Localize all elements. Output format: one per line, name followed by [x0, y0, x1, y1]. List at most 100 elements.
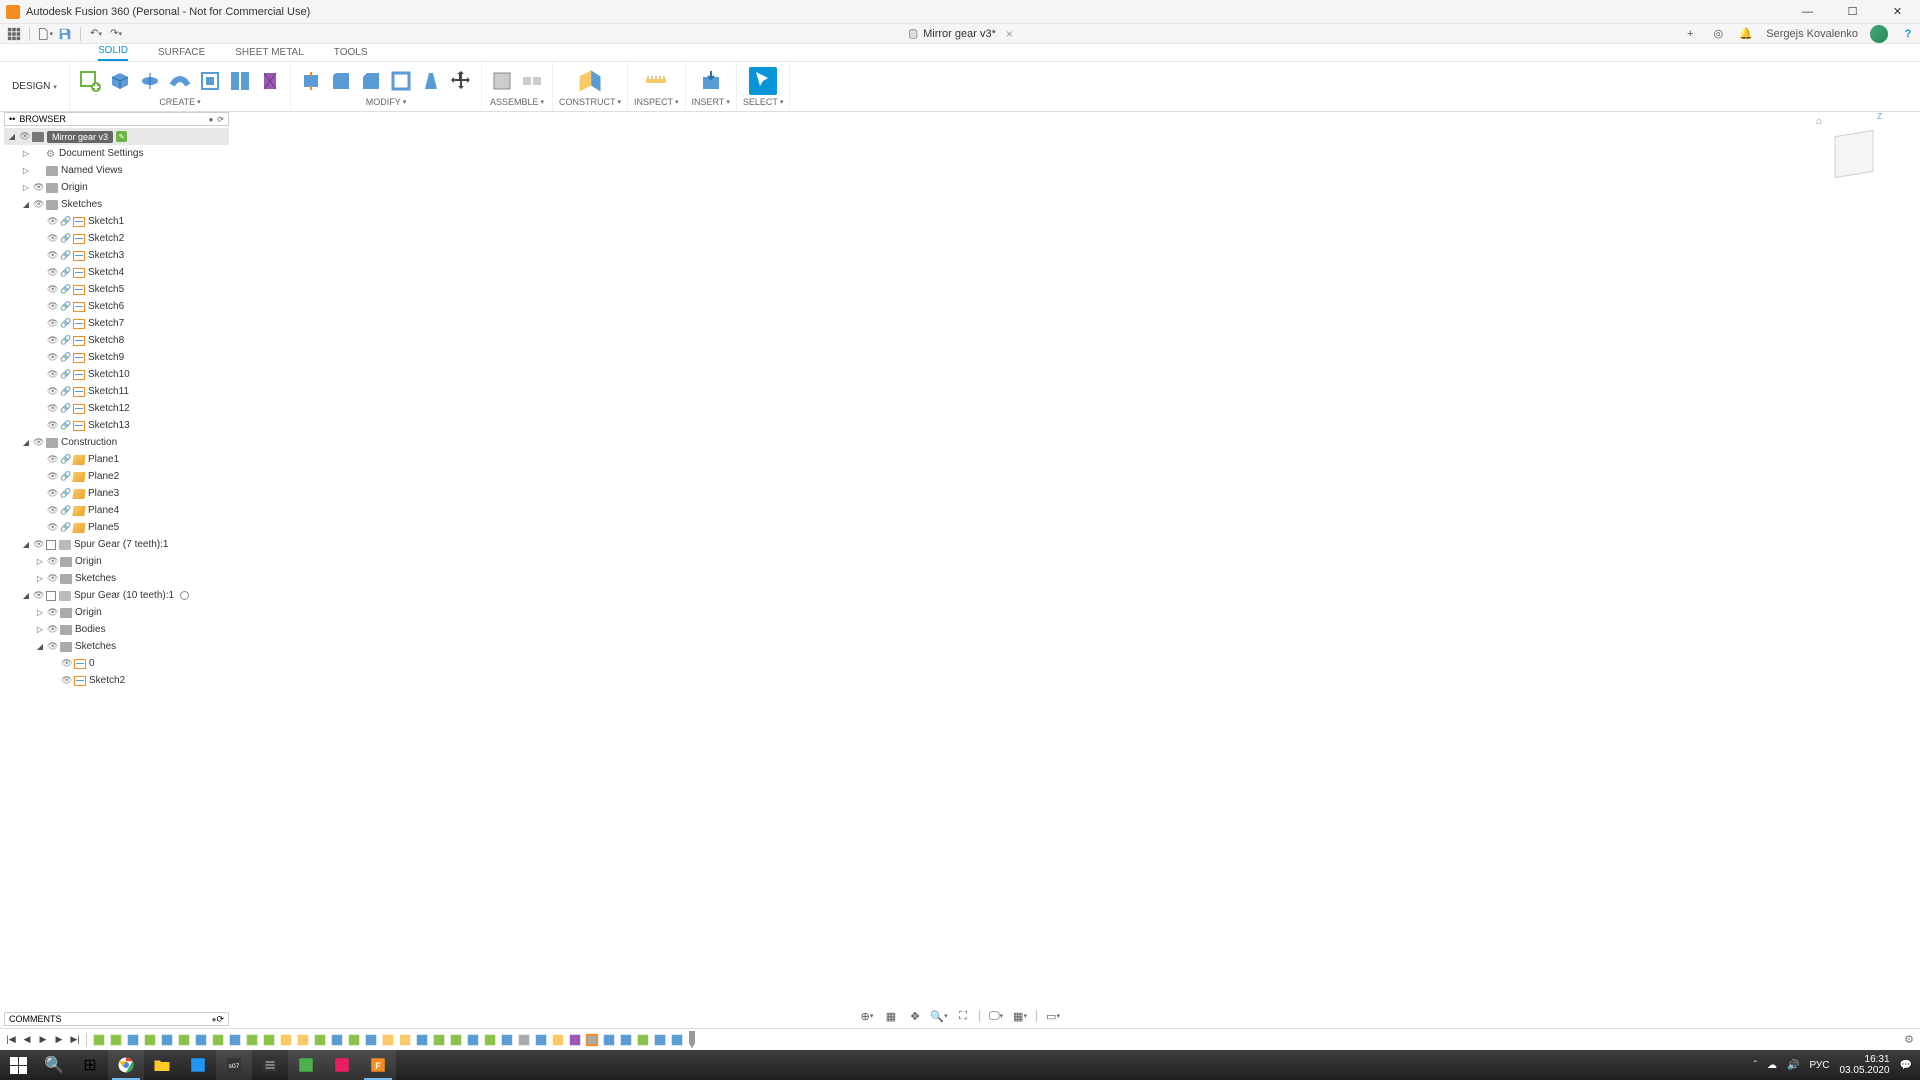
viewcube-cube[interactable]	[1835, 130, 1874, 178]
timeline-feature-plane[interactable]	[278, 1032, 294, 1048]
tray-overflow[interactable]: ˆ	[1754, 1060, 1757, 1071]
grid-settings-button[interactable]: ▦▾	[1012, 1008, 1028, 1024]
close-button[interactable]: ✕	[1875, 0, 1920, 24]
tray-volume-icon[interactable]: 🔊	[1787, 1060, 1799, 1071]
tray-clock[interactable]: 16:31 03.05.2020	[1839, 1054, 1889, 1076]
shell-button[interactable]	[387, 67, 415, 95]
tree-sub-sketch2[interactable]: 👁Sketch2	[4, 672, 229, 689]
timeline-end-button[interactable]: ▶|	[68, 1033, 82, 1047]
timeline-feature-sketch[interactable]	[142, 1032, 158, 1048]
zoom-button[interactable]: 🔍▾	[931, 1008, 947, 1024]
timeline-play-button[interactable]: ▶	[36, 1033, 50, 1047]
timeline-feature-extrude[interactable]	[465, 1032, 481, 1048]
timeline-feature-sketch[interactable]	[312, 1032, 328, 1048]
file-menu-button[interactable]: ▾	[37, 26, 53, 42]
timeline-marker[interactable]	[689, 1031, 695, 1049]
browser-pin-icon[interactable]: ●	[208, 115, 213, 124]
timeline-feature-sketch[interactable]	[448, 1032, 464, 1048]
undo-button[interactable]: ↶▾	[88, 26, 104, 42]
timeline-feature-sketch[interactable]	[482, 1032, 498, 1048]
tree-plane-item[interactable]: 👁🔗Plane1	[4, 451, 229, 468]
timeline-feature-sketch[interactable]	[91, 1032, 107, 1048]
tree-sketch-item[interactable]: 👁🔗Sketch5	[4, 281, 229, 298]
taskbar-app-green[interactable]	[288, 1050, 324, 1080]
timeline-feature-extrude[interactable]	[499, 1032, 515, 1048]
viewport-canvas[interactable]	[0, 112, 1920, 1038]
timeline-feature-extrude[interactable]	[159, 1032, 175, 1048]
browser-panel-header[interactable]: •• BROWSER ● ⟳	[4, 112, 229, 126]
tree-named-views[interactable]: ▷Named Views	[4, 162, 229, 179]
display-settings-button[interactable]: 🖵▾	[988, 1008, 1004, 1024]
timeline-start-button[interactable]: |◀	[4, 1033, 18, 1047]
tree-root[interactable]: ◢👁 Mirror gear v3 ✎	[4, 128, 229, 145]
insert-button[interactable]	[697, 67, 725, 95]
tab-sheet-metal[interactable]: SHEET METAL	[235, 44, 304, 61]
timeline-feature-sketch[interactable]	[635, 1032, 651, 1048]
taskbar-chrome[interactable]	[108, 1050, 144, 1080]
comments-panel-header[interactable]: COMMENTS ● ⟳	[4, 1012, 229, 1026]
taskbar-app-dark1[interactable]: s07	[216, 1050, 252, 1080]
tray-cloud-icon[interactable]: ☁	[1767, 1060, 1777, 1071]
timeline-settings-button[interactable]: ⚙	[1904, 1033, 1914, 1046]
rib-button[interactable]	[226, 67, 254, 95]
timeline-feature-comp[interactable]	[516, 1032, 532, 1048]
tree-sketch-item[interactable]: 👁🔗Sketch13	[4, 417, 229, 434]
tree-sketch-item[interactable]: 👁🔗Sketch9	[4, 349, 229, 366]
tree-plane-item[interactable]: 👁🔗Plane5	[4, 519, 229, 536]
tree-sketch-item[interactable]: 👁🔗Sketch8	[4, 332, 229, 349]
document-tab-close[interactable]: ×	[1006, 27, 1013, 41]
loft-button[interactable]	[196, 67, 224, 95]
look-at-button[interactable]: ▦	[883, 1008, 899, 1024]
home-view-icon[interactable]: ⌂	[1816, 116, 1822, 127]
fit-button[interactable]: ⛶	[955, 1008, 971, 1024]
timeline-feature-fillet[interactable]	[533, 1032, 549, 1048]
user-name[interactable]: Sergejs Kovalenko	[1766, 28, 1858, 40]
tree-construction[interactable]: ◢👁Construction	[4, 434, 229, 451]
timeline-feature-sketch[interactable]	[210, 1032, 226, 1048]
tab-tools[interactable]: TOOLS	[334, 44, 368, 61]
tree-plane-item[interactable]: 👁🔗Plane4	[4, 502, 229, 519]
tree-spur-gear-7[interactable]: ◢👁Spur Gear (7 teeth):1	[4, 536, 229, 553]
timeline-prev-button[interactable]: ◀	[20, 1033, 34, 1047]
tree-comp10-bodies[interactable]: ▷👁Bodies	[4, 621, 229, 638]
tree-sketch-item[interactable]: 👁🔗Sketch12	[4, 400, 229, 417]
timeline-feature-comp[interactable]	[584, 1032, 600, 1048]
tab-surface[interactable]: SURFACE	[158, 44, 205, 61]
user-avatar[interactable]	[1870, 25, 1888, 43]
timeline-feature-sketch[interactable]	[346, 1032, 362, 1048]
select-button[interactable]	[749, 67, 777, 95]
data-panel-button[interactable]	[6, 26, 22, 42]
workspace-selector[interactable]: DESIGN▾	[0, 62, 70, 111]
taskbar-app-dark2[interactable]	[252, 1050, 288, 1080]
timeline-feature-plane[interactable]	[397, 1032, 413, 1048]
draft-button[interactable]	[417, 67, 445, 95]
document-tab[interactable]: Mirror gear v3* ×	[907, 27, 1013, 41]
tree-origin[interactable]: ▷👁Origin	[4, 179, 229, 196]
sweep-button[interactable]	[166, 67, 194, 95]
timeline-feature-extrude[interactable]	[193, 1032, 209, 1048]
extrude-button[interactable]	[106, 67, 134, 95]
tray-language[interactable]: РУС	[1809, 1060, 1829, 1071]
construct-plane-button[interactable]	[576, 67, 604, 95]
tree-sketch-item[interactable]: 👁🔗Sketch2	[4, 230, 229, 247]
timeline-feature-sketch[interactable]	[431, 1032, 447, 1048]
tree-sketch-item[interactable]: 👁🔗Sketch11	[4, 383, 229, 400]
taskbar-app-pink[interactable]	[324, 1050, 360, 1080]
tree-comp7-origin[interactable]: ▷👁Origin	[4, 553, 229, 570]
orbit-button[interactable]: ⊕▾	[859, 1008, 875, 1024]
taskbar-app-blue[interactable]	[180, 1050, 216, 1080]
timeline-feature-mirror[interactable]	[567, 1032, 583, 1048]
measure-button[interactable]	[642, 67, 670, 95]
tree-sketch-item[interactable]: 👁🔗Sketch3	[4, 247, 229, 264]
pan-button[interactable]: ✥	[907, 1008, 923, 1024]
timeline-next-button[interactable]: ▶	[52, 1033, 66, 1047]
browser-options-icon[interactable]: ⟳	[217, 115, 224, 124]
timeline-feature-plane[interactable]	[295, 1032, 311, 1048]
new-tab-button[interactable]: +	[1682, 26, 1698, 42]
timeline-feature-sketch[interactable]	[244, 1032, 260, 1048]
notifications-button[interactable]: 🔔	[1738, 26, 1754, 42]
tree-sub-zero[interactable]: 👁0	[4, 655, 229, 672]
tree-sketch-item[interactable]: 👁🔗Sketch10	[4, 366, 229, 383]
timeline-feature-extrude[interactable]	[652, 1032, 668, 1048]
joint-button[interactable]	[518, 67, 546, 95]
